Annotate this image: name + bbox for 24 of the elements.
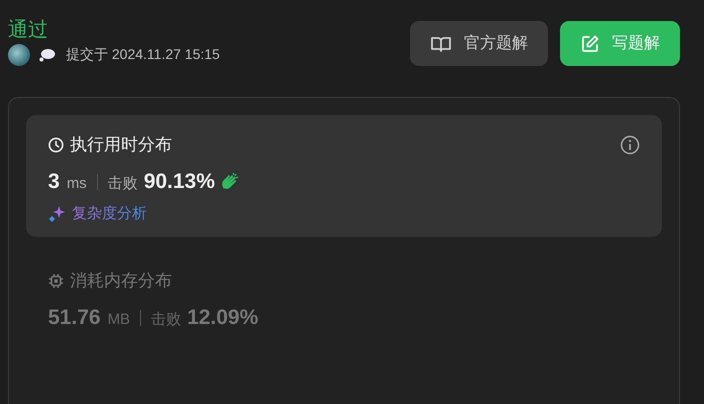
stat-value: 51.76 (48, 306, 101, 330)
speech-bubble-icon (38, 48, 56, 62)
clock-icon (48, 136, 64, 152)
beats-percent: 90.13% (144, 170, 215, 194)
submission-time: 提交于 2024.11.27 15:15 (66, 46, 220, 64)
stat-card[interactable]: 执行用时分布 3 ms 击败 90.13% 复杂度分析 (26, 115, 662, 237)
book-icon (430, 34, 452, 52)
info-icon[interactable] (620, 134, 640, 154)
stat-card[interactable]: 消耗内存分布 51.76 MB 击败 12.09% (26, 251, 662, 344)
beats-percent: 12.09% (187, 306, 258, 330)
card-title: 消耗内存分布 (70, 270, 172, 292)
stat-value: 3 (48, 170, 60, 194)
stat-unit: ms (66, 175, 87, 192)
write-solution-button[interactable]: 写题解 (560, 21, 680, 66)
edit-icon (580, 34, 600, 54)
avatar (8, 44, 30, 66)
beats-label: 击败 (108, 174, 138, 193)
chip-icon (48, 272, 64, 288)
beats-label: 击败 (151, 310, 182, 329)
official-solution-button[interactable]: 官方题解 (410, 21, 548, 66)
stat-unit: MB (108, 311, 130, 328)
status-text: 通过 (8, 18, 49, 43)
card-title: 执行用时分布 (70, 134, 172, 156)
sparkle-icon (48, 204, 66, 222)
